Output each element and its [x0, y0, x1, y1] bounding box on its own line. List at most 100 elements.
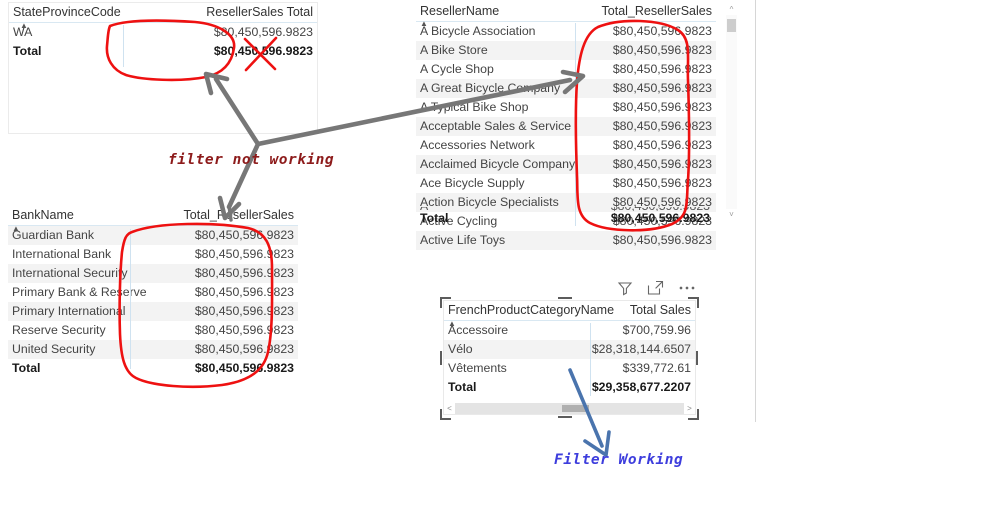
table-row[interactable]: United Security $80,450,596.9823 — [8, 340, 298, 359]
cell-total-resellersales: $80,450,596.9823 — [126, 225, 298, 245]
scroll-down-arrow-icon[interactable]: ˅ — [726, 209, 737, 220]
sort-ascending-icon[interactable]: ▲ — [448, 320, 456, 328]
cell-total-resellersales: $80,450,596.9823 — [612, 24, 712, 38]
column-separator — [123, 25, 124, 67]
filter-icon[interactable] — [617, 280, 633, 301]
table-header-row: BankName Total_ResellerSales — [8, 206, 298, 226]
table-row[interactable]: A Great Bicycle Company $80,450,596.9823 — [416, 79, 716, 98]
cell-total-resellersales: $80,450,596.9823 — [571, 79, 716, 98]
visual-header-icons — [617, 280, 696, 301]
cell-resellersales-total: $80,450,596.9823 — [213, 25, 313, 39]
cell-total-resellersales: $80,450,596.9823 — [612, 62, 712, 76]
table-row[interactable]: Primary Bank & Reserve $80,450,596.9823 — [8, 283, 298, 302]
cell-total-sales: $28,318,144.6507 — [586, 340, 695, 359]
table-total-row: Total $80,450,596.9823 — [8, 359, 298, 378]
selection-handle-top-left[interactable] — [440, 297, 451, 308]
table-row[interactable]: A Cycle Shop $80,450,596.9823 — [416, 60, 716, 79]
table-total-row: Total $80,450,596.9823 — [9, 42, 317, 61]
french-table-horizontal-scrollbar[interactable]: < > — [444, 403, 695, 414]
selection-handle-middle-left[interactable] — [440, 351, 442, 365]
table-row[interactable]: Vêtements $339,772.61 — [444, 359, 695, 378]
cell-total-resellersales: $80,450,596.9823 — [612, 176, 712, 190]
table-row[interactable]: Guardian Bank $80,450,596.9823 — [8, 225, 298, 245]
cell-resellername: Accessories Network — [420, 138, 535, 152]
selection-handle-top-center[interactable] — [558, 297, 572, 299]
scrollbar-thumb[interactable] — [727, 19, 736, 32]
cell-resellername: A Typical Bike Shop — [420, 100, 529, 114]
sort-ascending-icon[interactable]: ▲ — [12, 225, 20, 233]
table-row[interactable]: WA $80,450,596.9823 — [9, 23, 317, 43]
table-row[interactable]: Vélo $28,318,144.6507 — [444, 340, 695, 359]
cell-total-resellersales: $80,450,596.9823 — [194, 247, 294, 261]
cell-total-resellersales: $80,450,596.9823 — [571, 155, 716, 174]
total-label: Total — [448, 380, 477, 394]
cell-bankname: Guardian Bank — [8, 225, 126, 245]
table-row[interactable]: International Security $80,450,596.9823 — [8, 264, 298, 283]
table-row[interactable]: Accessories Network $80,450,596.9823 — [416, 136, 716, 155]
table-header-row: FrenchProductCategoryName Total Sales — [444, 301, 695, 321]
table-row[interactable]: Reserve Security $80,450,596.9823 — [8, 321, 298, 340]
cell-total-sales: $339,772.61 — [622, 361, 691, 375]
cell-total-resellersales: $80,450,596.9823 — [612, 100, 712, 114]
visual-reseller-name-table[interactable]: ResellerName Total_ResellerSales A Bicyc… — [416, 2, 716, 250]
table-row[interactable]: A Typical Bike Shop $80,450,596.9823 — [416, 98, 716, 117]
cell-total-resellersales: $80,450,596.9823 — [571, 41, 716, 60]
cell-frenchproductcategoryname: Vêtements — [448, 361, 507, 375]
column-header-total-resellersales[interactable]: Total_ResellerSales — [126, 206, 298, 226]
table-row[interactable]: Acceptable Sales & Service $80,450,596.9… — [416, 117, 716, 136]
table-body: Guardian Bank $80,450,596.9823 Internati… — [8, 225, 298, 379]
selection-handle-bottom-right[interactable] — [688, 409, 699, 420]
visual-bank-name-table[interactable]: BankName Total_ResellerSales Guardian Ba… — [8, 206, 298, 376]
column-header-stateprovincecode[interactable]: StateProvinceCode — [9, 3, 121, 23]
cell-frenchproductcategoryname: Accessoire — [448, 323, 509, 337]
cell-bankname: United Security — [8, 340, 126, 359]
column-header-frenchproductcategoryname[interactable]: FrenchProductCategoryName — [444, 301, 614, 321]
scrollbar-thumb[interactable] — [562, 405, 589, 412]
cell-total-resellersales: $80,450,596.9823 — [194, 285, 294, 299]
cell-resellername: Ace Bicycle Supply — [420, 176, 525, 190]
selection-handle-middle-right[interactable] — [696, 351, 698, 365]
table-row[interactable]: Active Life Toys $80,450,596.9823 — [416, 231, 716, 250]
visual-state-province-table[interactable]: StateProvinceCode ResellerSales Total WA… — [8, 2, 318, 134]
cell-total-resellersales: $80,450,596.9823 — [194, 323, 294, 337]
table-row[interactable]: Acclaimed Bicycle Company $80,450,596.98… — [416, 155, 716, 174]
table-bank-name: BankName Total_ResellerSales Guardian Ba… — [8, 206, 298, 378]
table-row[interactable]: Primary International $80,450,596.9823 — [8, 302, 298, 321]
selection-handle-top-right[interactable] — [688, 297, 699, 308]
table-body: Accessoire $700,759.96 Vélo $28,318,144.… — [444, 321, 695, 398]
column-separator — [590, 323, 591, 396]
table-row[interactable]: A Bicycle Association $80,450,596.9823 — [416, 22, 716, 42]
cell-resellername: Acceptable Sales & Service — [416, 117, 571, 136]
cell-total-resellersales: $80,450,596.9823 — [571, 231, 716, 250]
column-header-total-resellersales[interactable]: Total_ResellerSales — [571, 2, 716, 22]
scroll-up-arrow-icon[interactable]: ^ — [726, 4, 737, 15]
cell-frenchproductcategoryname: Vélo — [444, 340, 586, 359]
scrollbar-track[interactable] — [726, 15, 737, 209]
table-row[interactable]: Accessoire $700,759.96 — [444, 321, 695, 341]
sort-ascending-icon[interactable]: ▲ — [20, 22, 28, 30]
cell-total-resellersales: $80,450,596.9823 — [612, 138, 712, 152]
table-state-province: StateProvinceCode ResellerSales Total WA… — [9, 3, 317, 61]
total-value: $80,450,596.9823 — [194, 361, 294, 375]
table-row[interactable]: International Bank $80,450,596.9823 — [8, 245, 298, 264]
table-row[interactable]: Ace Bicycle Supply $80,450,596.9823 — [416, 174, 716, 193]
column-header-resellername[interactable]: ResellerName — [416, 2, 571, 22]
report-canvas: StateProvinceCode ResellerSales Total WA… — [0, 0, 998, 508]
cell-total-resellersales: $80,450,596.9823 — [126, 264, 298, 283]
selection-handle-bottom-center[interactable] — [558, 416, 572, 418]
selection-handle-bottom-left[interactable] — [440, 409, 451, 420]
table-total-row: Total $29,358,677.2207 — [444, 378, 695, 397]
column-header-bankname[interactable]: BankName — [8, 206, 126, 226]
visual-french-category-table[interactable]: FrenchProductCategoryName Total Sales Ac… — [443, 300, 696, 415]
cell-total-resellersales: $80,450,596.9823 — [126, 340, 298, 359]
cell-bankname: Primary Bank & Reserve — [12, 285, 147, 299]
focus-mode-icon[interactable] — [647, 280, 664, 301]
table-row[interactable]: A Bike Store $80,450,596.9823 — [416, 41, 716, 60]
table-french-category: FrenchProductCategoryName Total Sales Ac… — [444, 301, 695, 397]
reseller-table-vertical-scrollbar[interactable]: ^ ˅ — [726, 4, 737, 220]
column-header-resellersales-total[interactable]: ResellerSales Total — [119, 3, 317, 23]
cell-bankname: Reserve Security — [12, 323, 106, 337]
cell-bankname: Primary International — [8, 302, 126, 321]
total-value: $29,358,677.2207 — [591, 380, 691, 394]
sort-ascending-icon[interactable]: ▲ — [420, 20, 428, 28]
